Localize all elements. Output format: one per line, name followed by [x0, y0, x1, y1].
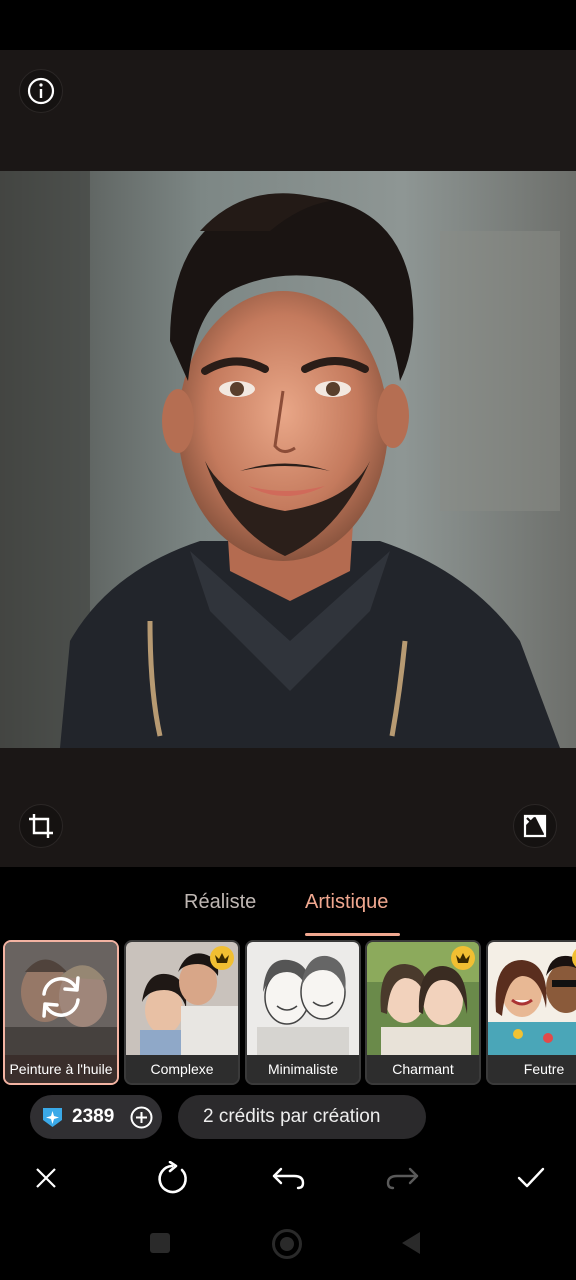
- compare-button[interactable]: [513, 804, 557, 848]
- credits-balance: 2389: [30, 1095, 162, 1139]
- close-icon: [36, 1168, 56, 1188]
- style-card-charmant[interactable]: Charmant: [365, 940, 481, 1085]
- action-bar: [0, 1153, 576, 1203]
- refresh-button[interactable]: [148, 1153, 198, 1203]
- undo-icon: [272, 1167, 305, 1190]
- add-icon[interactable]: [130, 1106, 153, 1129]
- check-icon: [517, 1167, 545, 1188]
- tab-artistique[interactable]: Artistique: [305, 891, 388, 914]
- tab-bar: Réaliste Artistique: [0, 867, 576, 937]
- home-button[interactable]: [272, 1229, 302, 1259]
- crop-button[interactable]: [19, 804, 63, 848]
- editor-canvas: [0, 50, 576, 867]
- style-label: Charmant: [367, 1055, 479, 1083]
- crown-icon: [456, 953, 470, 963]
- confirm-button[interactable]: [506, 1153, 556, 1203]
- undo-button[interactable]: [263, 1153, 313, 1203]
- active-tab-indicator: [305, 933, 400, 936]
- crop-icon: [29, 814, 53, 838]
- premium-badge: [451, 946, 475, 970]
- credits-info: 2 crédits par création: [178, 1095, 426, 1139]
- status-bar: [0, 0, 576, 50]
- style-carousel[interactable]: Peinture à l'huile Complexe Minimaliste …: [0, 940, 576, 1085]
- info-icon: [27, 77, 55, 105]
- regenerate-icon: [42, 976, 80, 1018]
- close-button[interactable]: [21, 1153, 71, 1203]
- style-panel: Réaliste Artistique Peinture à l'huile C…: [0, 867, 576, 1280]
- premium-badge: [210, 946, 234, 970]
- style-label: Complexe: [126, 1055, 238, 1083]
- compare-icon: [523, 814, 547, 838]
- style-label: Feutre: [488, 1055, 576, 1083]
- refresh-icon: [158, 1161, 187, 1194]
- gem-icon: [43, 1108, 62, 1127]
- crown-icon: [215, 953, 229, 963]
- style-label: Peinture à l'huile: [5, 1055, 117, 1083]
- back-button[interactable]: [400, 1231, 422, 1255]
- redo-button[interactable]: [378, 1153, 428, 1203]
- recent-apps-button[interactable]: [150, 1233, 170, 1253]
- style-card-complexe[interactable]: Complexe: [124, 940, 240, 1085]
- portrait-image: [0, 171, 576, 748]
- credits-info-text: 2 crédits par création: [203, 1106, 381, 1127]
- redo-icon: [386, 1167, 419, 1190]
- system-nav-bar: [0, 1217, 576, 1280]
- style-card-minimaliste[interactable]: Minimaliste: [245, 940, 361, 1085]
- tab-realiste[interactable]: Réaliste: [184, 891, 256, 914]
- style-card-peinture[interactable]: Peinture à l'huile: [3, 940, 119, 1085]
- style-label: Minimaliste: [247, 1055, 359, 1083]
- info-button[interactable]: [19, 69, 63, 113]
- credits-count: 2389: [72, 1106, 115, 1127]
- style-card-feutre[interactable]: Feutre: [486, 940, 576, 1085]
